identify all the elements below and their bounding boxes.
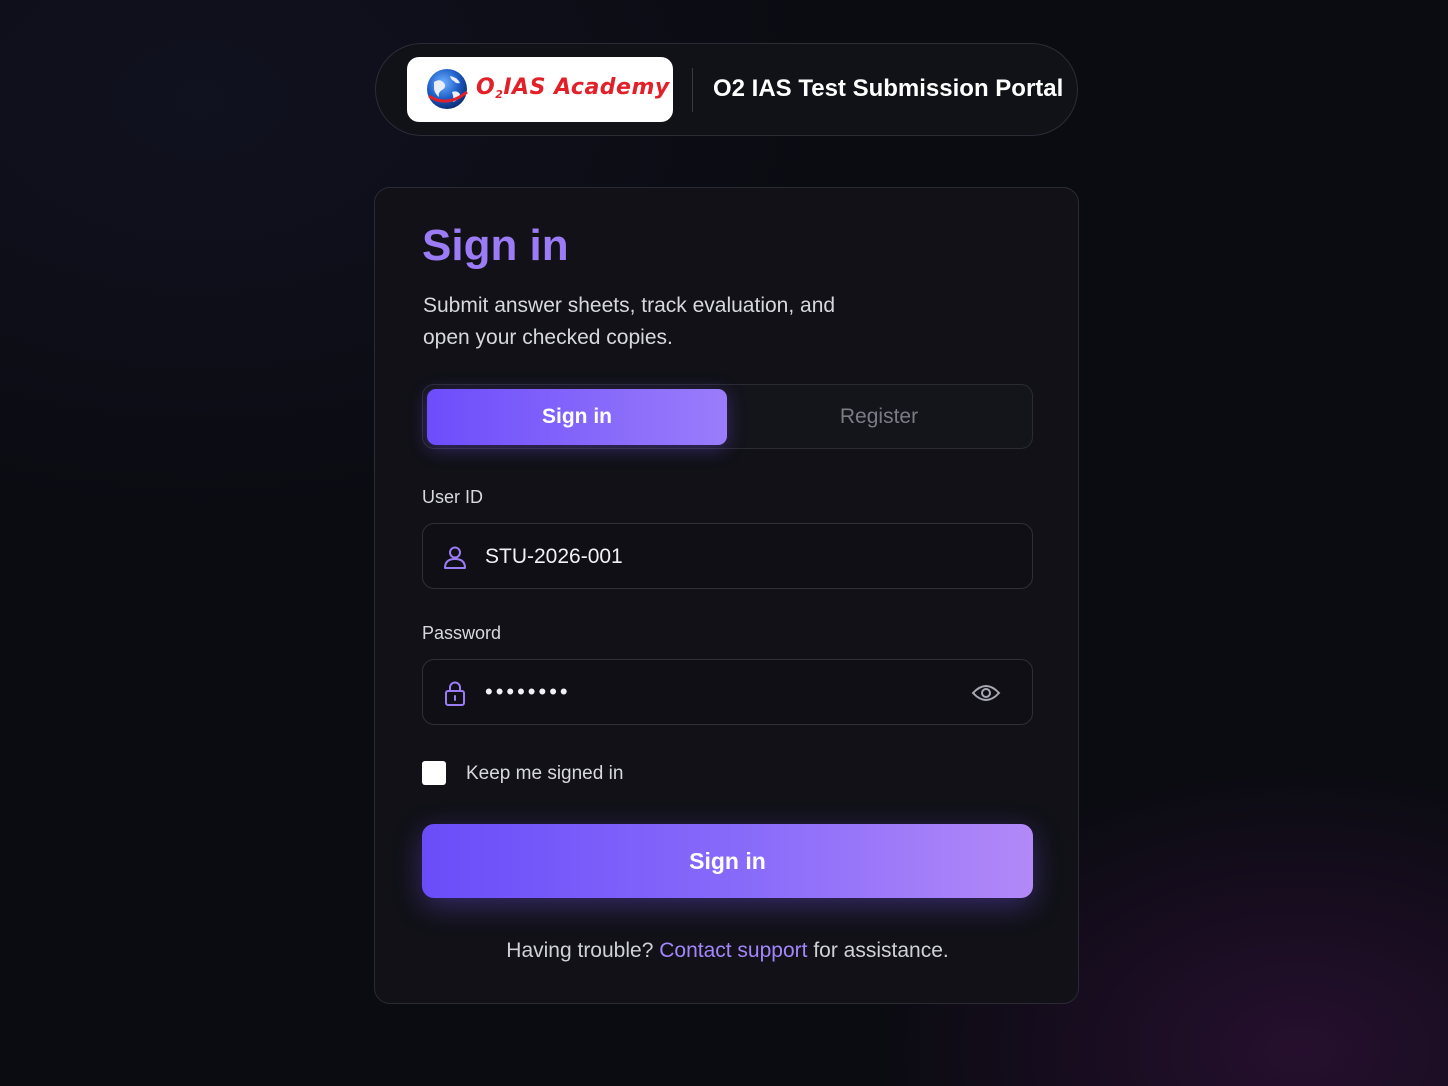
header-divider [692, 68, 693, 112]
user-id-field[interactable]: STU-2026-001 [422, 523, 1033, 589]
academy-logo: O2IAS Academy [407, 57, 673, 122]
eye-icon[interactable] [971, 680, 1001, 706]
keep-signed-in-label: Keep me signed in [466, 763, 624, 784]
lock-icon [445, 681, 465, 706]
help-prefix: Having trouble? [506, 939, 660, 962]
page-title: Sign in [422, 221, 569, 270]
password-value: •••••••• [485, 679, 571, 704]
help-text: Having trouble? Contact support for assi… [375, 939, 1080, 963]
user-icon [444, 546, 466, 569]
sign-in-button[interactable]: Sign in [422, 824, 1033, 898]
page-subtitle: Submit answer sheets, track evaluation, … [423, 294, 836, 349]
sign-in-card: Sign in Submit answer sheets, track eval… [374, 187, 1079, 1004]
auth-tabs: Sign in Register [422, 384, 1033, 449]
password-label: Password [422, 623, 502, 643]
contact-support-link[interactable]: Contact support [659, 939, 807, 962]
password-field[interactable]: •••••••• [422, 659, 1033, 725]
globe-icon [427, 69, 468, 109]
header-pill: O2IAS Academy O2 IAS Test Submission Por… [375, 43, 1078, 136]
keep-signed-in-checkbox[interactable] [422, 761, 446, 785]
help-suffix: for assistance. [807, 939, 949, 962]
portal-title: O2 IAS Test Submission Portal [713, 75, 1064, 102]
logo-text: O2IAS Academy [476, 75, 670, 101]
tab-register[interactable]: Register [729, 389, 1029, 445]
user-id-value: STU-2026-001 [485, 545, 623, 568]
user-id-label: User ID [422, 487, 484, 507]
tab-sign-in[interactable]: Sign in [427, 389, 727, 445]
